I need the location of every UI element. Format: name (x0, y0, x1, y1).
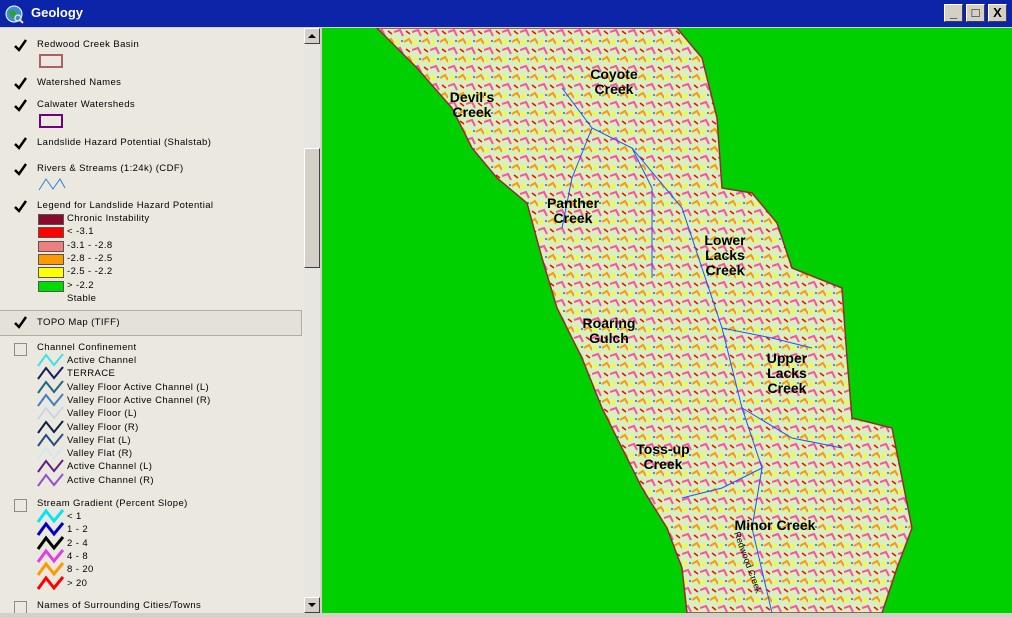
title-bar: Geology _ □ X (0, 0, 1012, 27)
line-symbol-icon (37, 473, 64, 487)
legend-color-swatch (38, 214, 64, 225)
layer-topo-map[interactable]: TOPO Map (TIFF) (0, 310, 302, 336)
scroll-thumb[interactable] (304, 148, 320, 268)
legend-color-swatch (38, 227, 64, 239)
basin-outline-swatch (39, 54, 63, 68)
layer-name: TOPO Map (TIFF) (37, 317, 120, 328)
layer-channel-confinement[interactable]: Channel Confinement Active Channel TERRAC… (0, 340, 300, 490)
close-button[interactable]: X (988, 4, 1007, 22)
layer-name: Calwater Watersheds (37, 99, 136, 110)
legend-label: Valley Flat (L) (67, 434, 131, 446)
checkmark-icon[interactable] (14, 163, 27, 176)
minimize-button[interactable]: _ (944, 4, 963, 22)
layer-name: Watershed Names (37, 77, 122, 88)
layer-watershed-names[interactable]: Watershed Names (0, 74, 300, 92)
maximize-button[interactable]: □ (966, 4, 985, 22)
watershed-label: Lower Lacks Creek (704, 232, 746, 278)
layer-name: Redwood Creek Basin (37, 39, 140, 50)
legend-label: 4 - 8 (67, 550, 89, 562)
stream-line-symbol (38, 178, 66, 191)
legend-color-swatch (38, 240, 64, 252)
layer-rivers-streams[interactable]: Rivers & Streams (1:24k) (CDF) (0, 160, 300, 194)
checkmark-icon[interactable] (14, 137, 27, 150)
legend-label: -2.8 - -2.5 (67, 252, 113, 264)
layer-redwood-creek-basin[interactable]: Redwood Creek Basin (0, 36, 300, 72)
checkmark-icon[interactable] (14, 39, 27, 52)
globe-app-icon (5, 5, 24, 24)
map-canvas[interactable]: Coyote Creek Devil's Creek Panther Creek Lo… (322, 28, 1012, 613)
watershed-outline-swatch (39, 114, 63, 128)
toc-scrollbar[interactable] (304, 28, 320, 613)
legend-label: < 1 (67, 511, 82, 522)
map-view[interactable]: Coyote Creek Devil's Creek Panther Creek Lo… (322, 28, 1012, 613)
checkmark-icon[interactable] (14, 77, 27, 90)
layer-landslide-legend[interactable]: Legend for Landslide Hazard Potential Ch… (0, 197, 300, 307)
visibility-checkbox[interactable] (14, 343, 27, 356)
legend-color-swatch (38, 253, 64, 265)
layer-name: Landslide Hazard Potential (Shalstab) (37, 137, 212, 148)
layer-landslide-hazard[interactable]: Landslide Hazard Potential (Shalstab) (0, 134, 300, 152)
visibility-checkbox[interactable] (14, 601, 27, 613)
layer-name: Rivers & Streams (1:24k) (CDF) (37, 163, 184, 174)
legend-label: Active Channel (R) (67, 474, 154, 486)
visibility-checkbox[interactable] (14, 499, 27, 512)
arrow-down-icon (308, 603, 316, 607)
table-of-contents: Redwood Creek Basin Watershed Names Calw… (0, 28, 304, 613)
legend-label: Valley Floor (L) (67, 408, 138, 420)
legend-label: Valley Floor Active Channel (R) (67, 394, 211, 406)
legend-label: -2.5 - -2.2 (67, 266, 113, 278)
legend-color-swatch (38, 267, 64, 279)
watershed-label: Devil's Creek (450, 89, 495, 120)
watershed-label: Roaring Gulch (583, 315, 636, 346)
legend-label: Valley Flat (R) (67, 448, 133, 460)
legend-label: > -2.2 (67, 279, 94, 291)
legend-label: Chronic Instability (67, 213, 150, 224)
legend-label: 1 - 2 (67, 524, 89, 536)
layer-name: Legend for Landslide Hazard Potential (37, 200, 214, 211)
checkmark-icon[interactable] (14, 316, 27, 329)
watershed-label: Upper Lacks Creek (767, 350, 808, 396)
layer-name: Names of Surrounding Cities/Towns (37, 600, 202, 611)
legend-label: Active Channel (67, 355, 137, 366)
arrow-up-icon (308, 34, 316, 38)
legend-label: -3.1 - -2.8 (67, 239, 113, 251)
legend-label: 2 - 4 (67, 537, 89, 549)
watershed-label: Toss-up Creek (636, 441, 689, 472)
checkmark-icon[interactable] (14, 200, 27, 213)
watershed-label: Coyote Creek (590, 66, 638, 97)
legend-color-swatch (38, 280, 64, 292)
legend-label: Active Channel (L) (67, 461, 153, 473)
scroll-up-button[interactable] (304, 28, 320, 44)
watershed-label: Panther Creek (547, 195, 600, 226)
layer-city-names[interactable]: Names of Surrounding Cities/Towns (0, 598, 300, 613)
layer-calwater-watersheds[interactable]: Calwater Watersheds (0, 96, 300, 130)
legend-label: > 20 (67, 577, 88, 589)
checkmark-icon[interactable] (14, 99, 27, 112)
legend-label: Stable (67, 292, 97, 304)
window-title: Geology (31, 5, 84, 20)
line-symbol-icon (36, 575, 65, 590)
legend-label: < -3.1 (67, 226, 94, 238)
scroll-down-button[interactable] (304, 597, 320, 613)
legend-label: Valley Floor Active Channel (L) (67, 381, 210, 393)
layer-stream-gradient[interactable]: Stream Gradient (Percent Slope) < 11 - 2… (0, 496, 300, 592)
legend-label: TERRACE (67, 368, 116, 380)
legend-label: Valley Floor (R) (67, 421, 139, 433)
legend-label: 8 - 20 (67, 564, 94, 576)
watershed-label: Minor Creek (735, 517, 816, 533)
